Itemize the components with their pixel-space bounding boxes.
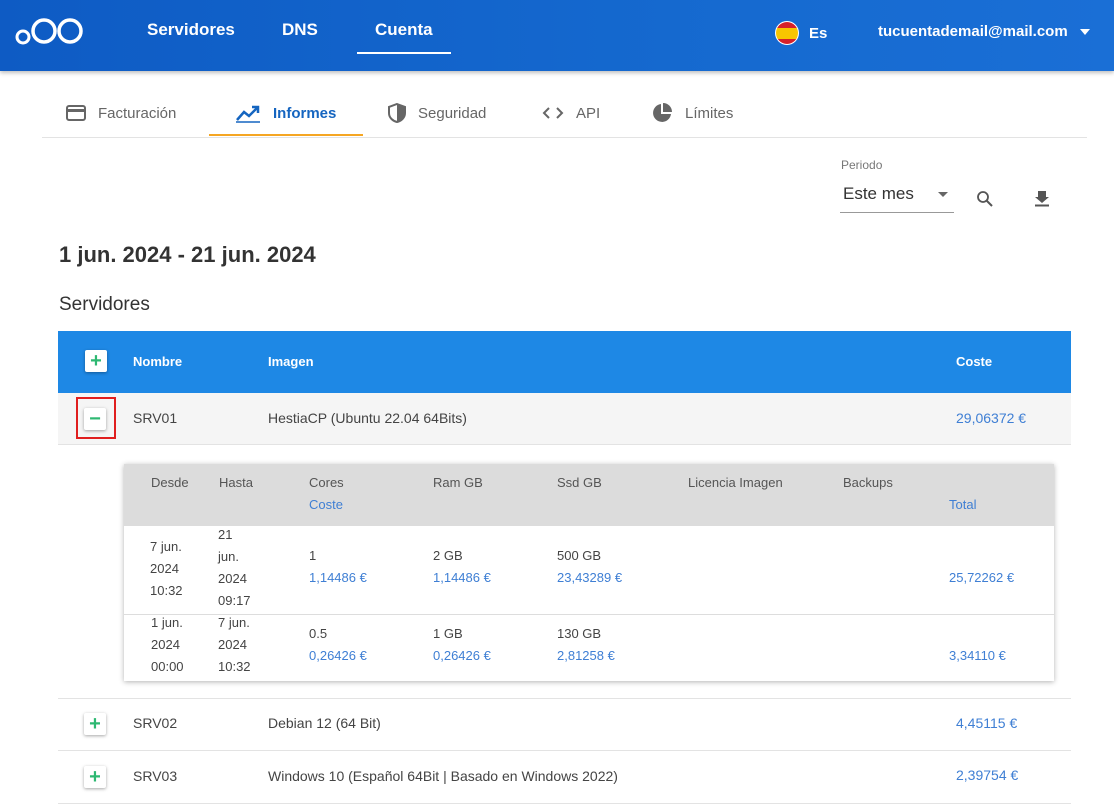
- chevron-down-icon: [938, 191, 948, 197]
- server-image: HestiaCP (Ubuntu 22.04 64Bits): [268, 410, 467, 426]
- column-header-nombre[interactable]: Nombre: [133, 354, 182, 369]
- detail-header-ram: Ram GB: [433, 475, 483, 490]
- server-image: Debian 12 (64 Bit): [268, 715, 381, 731]
- expand-row-button[interactable]: +: [84, 766, 106, 788]
- search-icon: [977, 191, 993, 207]
- plus-icon: +: [89, 766, 101, 788]
- logo-icon[interactable]: [14, 14, 86, 48]
- detail-ram: 1 GB 0,26426 €: [433, 626, 491, 663]
- detail-hasta: 7 jun. 2024 10:32: [218, 615, 251, 674]
- tab-label: Seguridad: [418, 104, 487, 122]
- tab-limites[interactable]: Límites: [651, 88, 733, 138]
- detail-header-licencia: Licencia Imagen: [688, 475, 783, 490]
- detail-header-cores: Cores: [309, 475, 344, 490]
- download-button[interactable]: [1030, 186, 1054, 210]
- server-cost: 29,06372 €: [956, 410, 1027, 426]
- tab-label: Informes: [273, 104, 337, 122]
- report-tabs: Facturación Informes Seguridad API Límit…: [42, 88, 1087, 138]
- detail-total: 25,72262 €: [949, 570, 1015, 585]
- shield-icon: [388, 103, 406, 123]
- table-row[interactable]: − SRV01 HestiaCP (Ubuntu 22.04 64Bits) 2…: [58, 393, 1071, 445]
- tab-seguridad[interactable]: Seguridad: [388, 88, 486, 138]
- active-tab-indicator: [209, 134, 363, 136]
- detail-ssd: 130 GB 2,81258 €: [557, 626, 615, 663]
- top-bar: Servidores DNS Cuenta Es tucuentademail@…: [0, 0, 1114, 71]
- detail-ssd: 500 GB 23,43289 €: [557, 548, 623, 585]
- download-icon: [1035, 191, 1049, 207]
- spain-flag-icon: [775, 21, 799, 45]
- server-cost: 2,39754 €: [956, 767, 1019, 783]
- periodo-value: Este mes: [843, 184, 914, 203]
- date-range-title: 1 jun. 2024 - 21 jun. 2024: [59, 242, 316, 267]
- table-row[interactable]: + SRV03 Windows 10 (Español 64Bit | Basa…: [58, 752, 1071, 804]
- plus-icon: +: [89, 713, 101, 735]
- tab-api[interactable]: API: [542, 88, 600, 138]
- table-row[interactable]: + SRV02 Debian 12 (64 Bit) 4,45115 €: [58, 699, 1071, 751]
- detail-cores: 1 1,14486 €: [309, 548, 367, 585]
- detail-header-coste: Coste: [309, 497, 343, 512]
- language-selector[interactable]: Es: [775, 21, 827, 45]
- detail-total: 3,34110 €: [949, 648, 1006, 663]
- row-divider: [124, 614, 1054, 615]
- expand-row-button[interactable]: +: [84, 713, 106, 735]
- detail-header-total: Total: [949, 497, 977, 512]
- account-menu[interactable]: tucuentademail@mail.com: [878, 23, 1090, 40]
- detail-header-desde: Desde: [151, 475, 189, 490]
- detail-ram: 2 GB 1,14486 €: [433, 548, 491, 585]
- tab-informes[interactable]: Informes: [235, 88, 336, 138]
- servers-table-header: + Nombre Imagen Coste: [58, 331, 1071, 393]
- chevron-down-icon: [1079, 28, 1090, 35]
- periodo-select[interactable]: Este mes: [840, 180, 954, 213]
- search-button[interactable]: [973, 187, 997, 211]
- plus-icon: +: [90, 350, 102, 372]
- pie-chart-icon: [653, 103, 672, 122]
- language-label: Es: [809, 24, 828, 42]
- tab-label: Límites: [685, 104, 734, 122]
- code-icon: [542, 107, 564, 119]
- topnav-servidores[interactable]: Servidores: [147, 20, 235, 40]
- server-name: SRV02: [133, 715, 178, 731]
- tab-facturacion[interactable]: Facturación: [66, 88, 176, 138]
- detail-cores: 0.5 0,26426 €: [309, 626, 367, 663]
- tab-label: API: [576, 104, 601, 122]
- trending-up-icon: [236, 105, 260, 123]
- topnav-dns[interactable]: DNS: [282, 20, 318, 40]
- server-name: SRV03: [133, 768, 178, 784]
- server-cost: 4,45115 €: [956, 715, 1018, 731]
- credit-card-icon: [66, 105, 86, 121]
- detail-header: Desde Hasta Cores Coste Ram GB Ssd GB Li…: [124, 464, 1054, 526]
- server-image: Windows 10 (Español 64Bit | Basado en Wi…: [268, 768, 618, 784]
- account-email: tucuentademail@mail.com: [878, 23, 1068, 40]
- section-title: Servidores: [59, 294, 150, 315]
- detail-header-ssd: Ssd GB: [557, 475, 602, 490]
- highlight-box: [76, 397, 116, 439]
- detail-header-backups: Backups: [843, 475, 893, 490]
- periodo-label: Periodo: [841, 158, 883, 172]
- detail-hasta: 21 jun. 2024 09:17: [218, 527, 251, 608]
- tab-label: Facturación: [98, 104, 177, 122]
- column-header-imagen[interactable]: Imagen: [268, 354, 314, 369]
- detail-desde: 7 jun. 2024 10:32: [150, 539, 183, 598]
- expand-all-button[interactable]: +: [85, 350, 107, 372]
- topnav-cuenta[interactable]: Cuenta: [357, 20, 451, 54]
- server-name: SRV01: [133, 410, 178, 426]
- server-detail-table: Desde Hasta Cores Coste Ram GB Ssd GB Li…: [124, 464, 1054, 681]
- column-header-coste[interactable]: Coste: [956, 354, 992, 369]
- detail-header-hasta: Hasta: [219, 475, 253, 490]
- detail-desde: 1 jun. 2024 00:00: [151, 615, 184, 674]
